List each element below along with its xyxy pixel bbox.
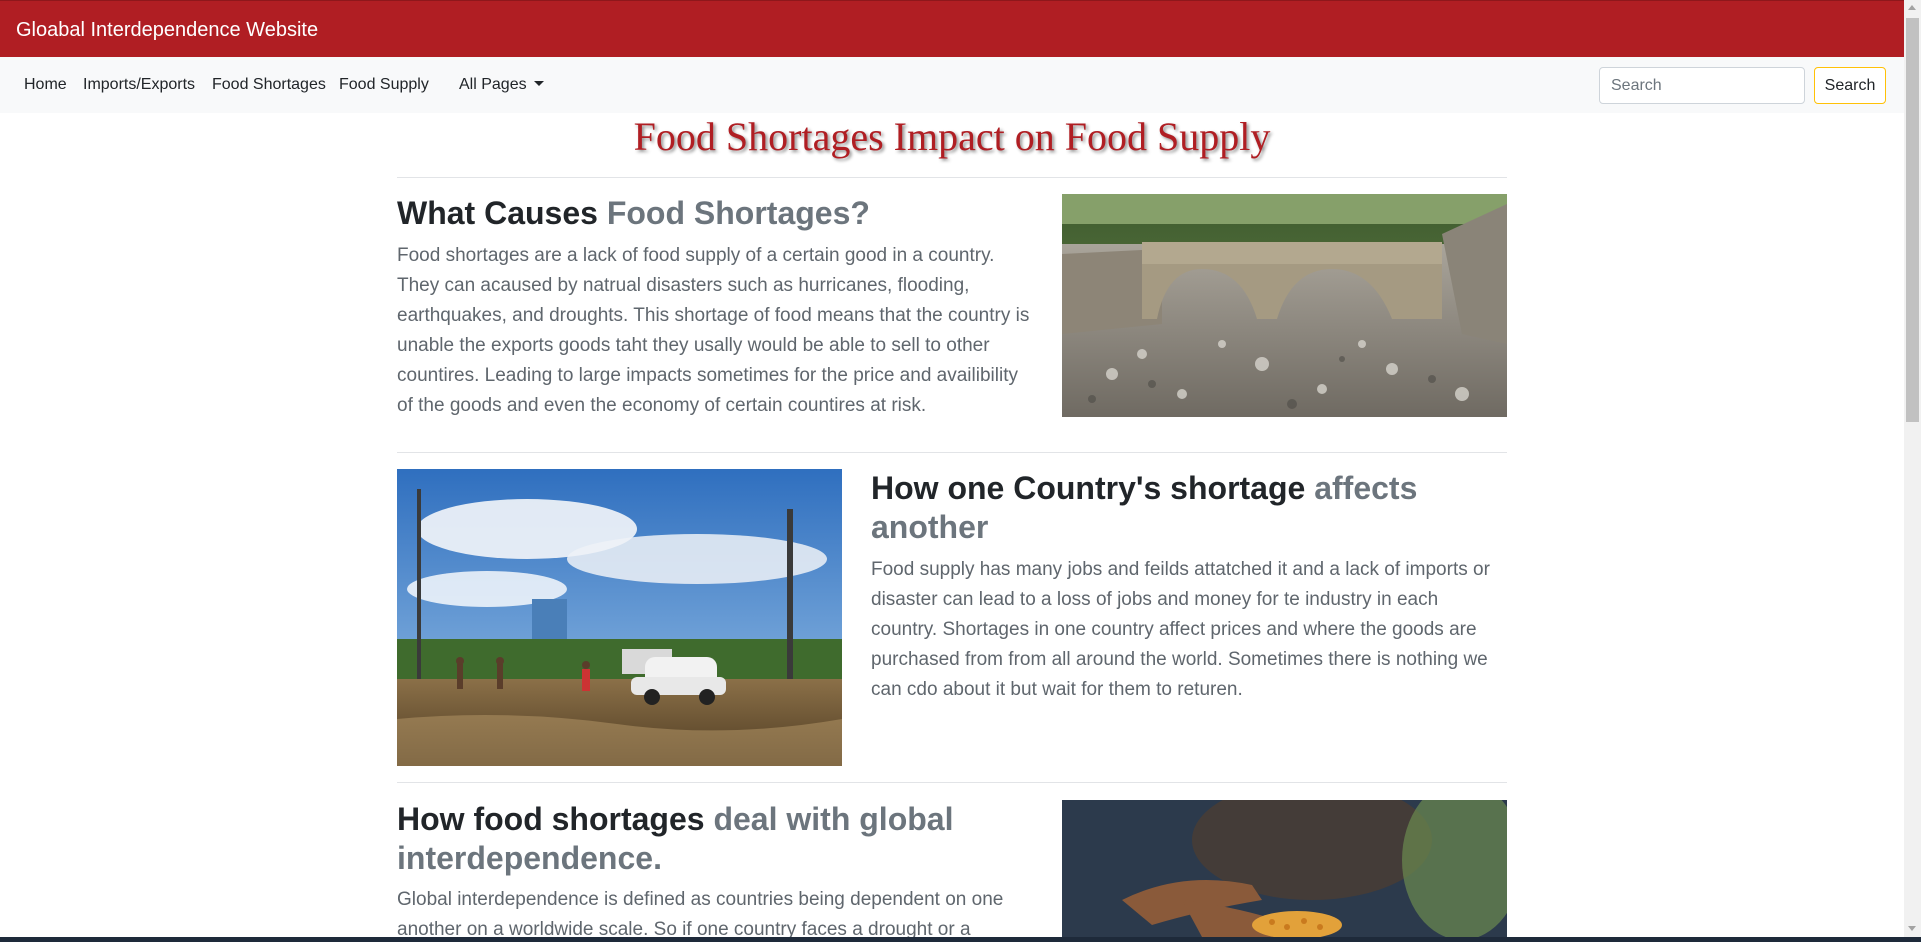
caret-down-icon — [533, 81, 544, 86]
brand-bar: Gloabal Interdependence Website — [0, 0, 1904, 57]
heading-dark-text: How one Country's shortage — [871, 470, 1315, 506]
divider — [397, 452, 1507, 453]
scroll-up-arrow-icon[interactable] — [1908, 5, 1916, 10]
bridge-image — [1062, 194, 1507, 417]
vertical-scrollbar[interactable] — [1904, 0, 1921, 937]
search-button[interactable]: Search — [1814, 67, 1886, 104]
flooded-street-photo — [397, 469, 842, 766]
navbar: Home Imports/Exports Food Shortages Food… — [0, 57, 1904, 113]
nav-link-imports-exports[interactable]: Imports/Exports — [83, 75, 195, 95]
nav-link-home[interactable]: Home — [24, 75, 67, 95]
dry-riverbed-bridge-photo — [1062, 194, 1507, 417]
all-pages-dropdown[interactable]: All Pages — [459, 75, 544, 95]
divider — [397, 782, 1507, 783]
scroll-thumb[interactable] — [1906, 18, 1919, 422]
section-text-interdependence: Global interdependence is defined as cou… — [397, 889, 1004, 937]
nav-link-food-shortages[interactable]: Food Shortages — [212, 75, 326, 95]
site-title-link[interactable]: Gloabal Interdependence Website — [16, 18, 318, 42]
page-title: Food Shortages Impact on Food Supply — [633, 114, 1271, 159]
search-input[interactable] — [1599, 67, 1805, 104]
section-heading-causes: What Causes Food Shortages? — [397, 194, 1027, 233]
all-pages-label: All Pages — [459, 76, 527, 93]
flood-image — [397, 469, 842, 766]
divider — [397, 177, 1507, 178]
heading-dark-text: What Causes — [397, 195, 607, 231]
taskbar-edge — [0, 937, 1921, 942]
section-text-causes: Food shortages are a lack of food supply… — [397, 245, 1030, 416]
page: Gloabal Interdependence Website Home Imp… — [0, 0, 1904, 937]
corn-image — [1062, 800, 1507, 937]
heading-dark-text: How food shortages — [397, 801, 714, 837]
section-heading-interdependence: How food shortages deal with global inte… — [397, 800, 1027, 878]
nav-link-food-supply[interactable]: Food Supply — [339, 75, 429, 95]
scroll-down-arrow-icon[interactable] — [1908, 926, 1916, 931]
section-text-affects: Food supply has many jobs and feilds att… — [871, 559, 1490, 700]
hand-holding-corn-photo — [1062, 800, 1507, 937]
heading-muted-text: Food Shortages? — [606, 195, 870, 231]
section-heading-affects: How one Country's shortage affects anoth… — [871, 469, 1491, 547]
